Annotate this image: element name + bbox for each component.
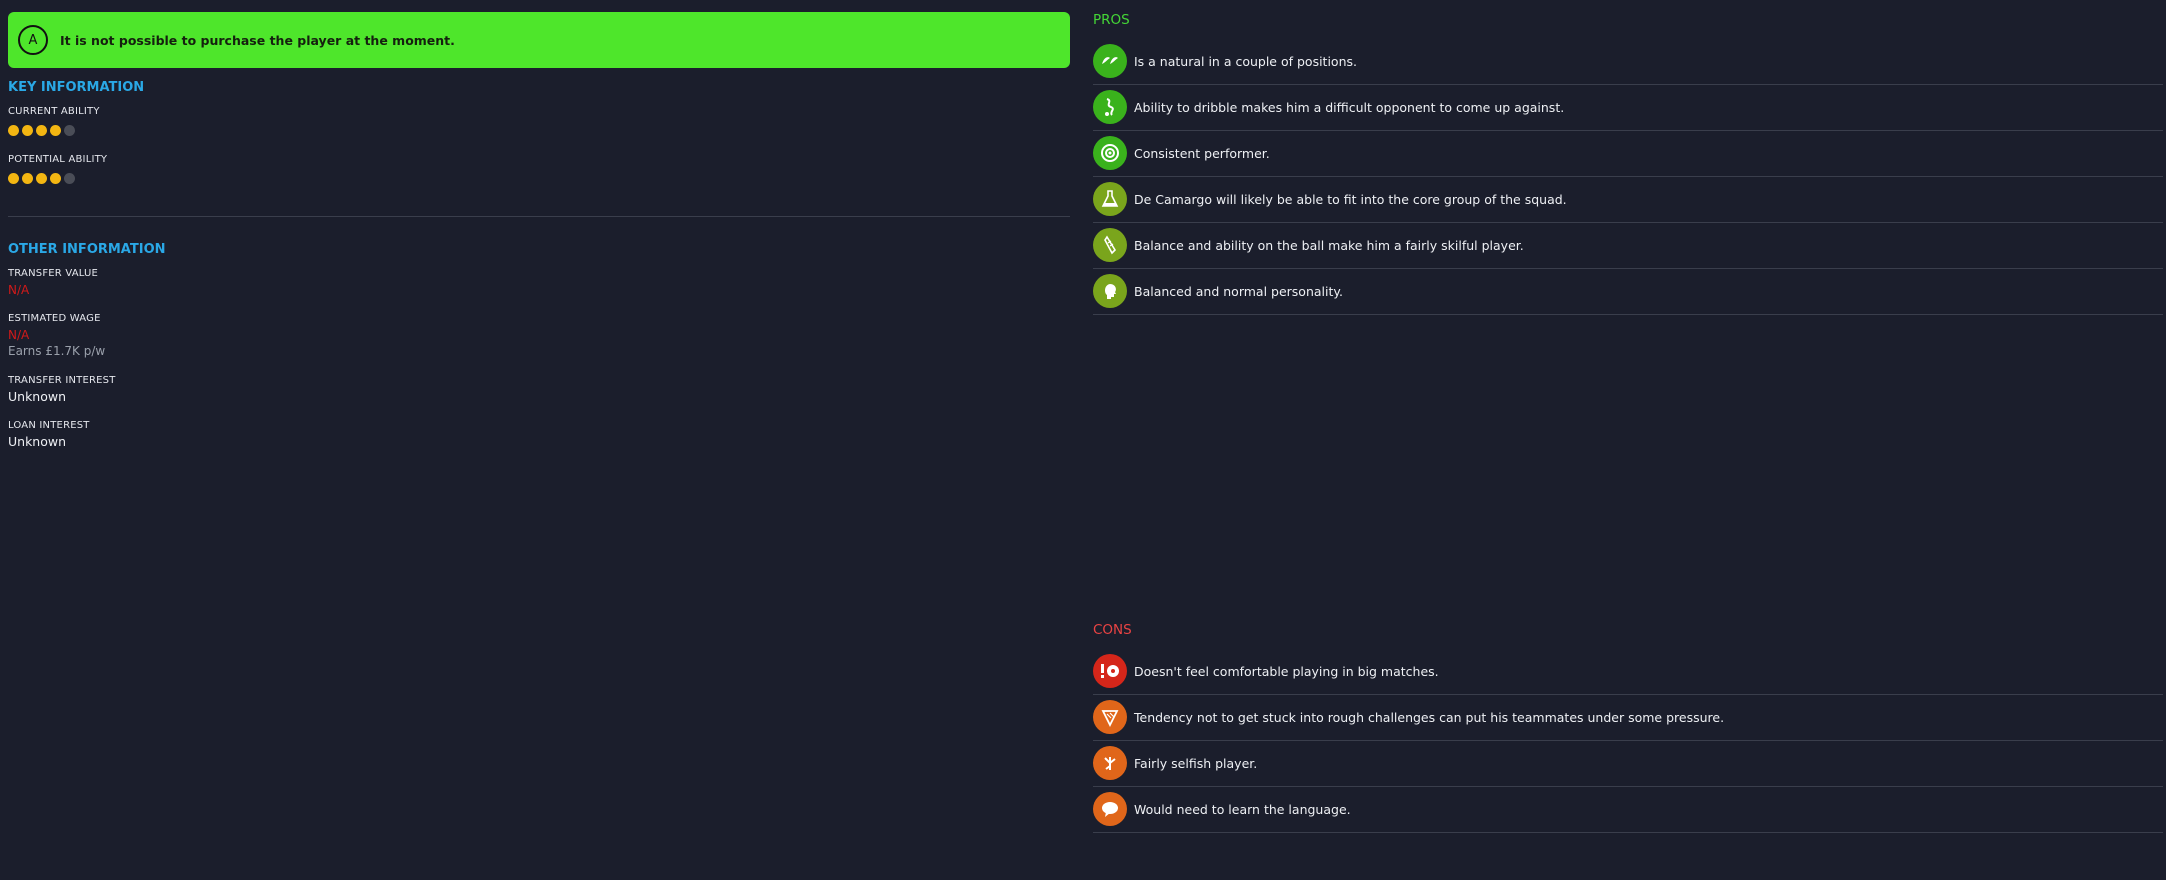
transfer-interest: TRANSFER INTEREST Unknown	[8, 375, 116, 404]
pros-item-text: Ability to dribble makes him a difficult…	[1134, 99, 1565, 115]
cons-item: Would need to learn the language.	[1093, 786, 2163, 833]
cons-title: CONS	[1093, 622, 1132, 638]
star-filled	[22, 125, 33, 136]
cons-item: Doesn't feel comfortable playing in big …	[1093, 648, 2163, 695]
transfer-interest-value: Unknown	[8, 389, 67, 404]
purchase-status-banner: A It is not possible to purchase the pla…	[8, 12, 1070, 68]
star-filled	[8, 125, 19, 136]
star-empty	[64, 125, 75, 136]
pressure-icon	[1093, 654, 1127, 688]
cons-item: Tendency not to get stuck into rough cha…	[1093, 694, 2163, 741]
pros-item: Balanced and normal personality.	[1093, 268, 2163, 315]
speech-icon	[1093, 792, 1127, 826]
status-badge: A	[18, 25, 48, 55]
head-icon	[1093, 274, 1127, 308]
right-panel: PROS Is a natural in a couple of positio…	[1093, 0, 2166, 880]
pros-item-text: De Camargo will likely be able to fit in…	[1134, 191, 1567, 207]
loan-interest-value: Unknown	[8, 434, 67, 449]
pros-title: PROS	[1093, 12, 1130, 28]
estimated-wage: ESTIMATED WAGE N/A Earns £1.7K p/w	[8, 313, 105, 358]
cons-item-text: Fairly selfish player.	[1134, 755, 1258, 771]
section-divider	[8, 216, 1070, 217]
purchase-status-message: It is not possible to purchase the playe…	[60, 32, 455, 48]
star-filled	[50, 173, 61, 184]
star-filled	[22, 173, 33, 184]
potential-ability: POTENTIAL ABILITY	[8, 154, 107, 184]
target-icon	[1093, 136, 1127, 170]
dribble-icon	[1093, 90, 1127, 124]
estimated-wage-label: ESTIMATED WAGE	[8, 313, 101, 324]
star-filled	[36, 173, 47, 184]
current-ability-label: CURRENT ABILITY	[8, 106, 100, 117]
star-filled	[36, 125, 47, 136]
boot-icon	[1093, 228, 1127, 262]
shield-icon	[1093, 700, 1127, 734]
potential-ability-stars	[8, 173, 107, 184]
pros-item-text: Balance and ability on the ball make him…	[1134, 237, 1524, 253]
left-panel: A It is not possible to purchase the pla…	[8, 12, 1070, 449]
pros-item-text: Is a natural in a couple of positions.	[1134, 53, 1357, 69]
positions-icon	[1093, 44, 1127, 78]
potential-ability-label: POTENTIAL ABILITY	[8, 154, 108, 165]
pros-item-text: Balanced and normal personality.	[1134, 283, 1343, 299]
star-empty	[64, 173, 75, 184]
estimated-wage-value: N/A	[8, 328, 30, 342]
pros-item: Is a natural in a couple of positions.	[1093, 38, 2163, 85]
star-filled	[50, 125, 61, 136]
estimated-wage-note: Earns £1.7K p/w	[8, 344, 106, 358]
cons-item: Fairly selfish player.	[1093, 740, 2163, 787]
pros-item: Ability to dribble makes him a difficult…	[1093, 84, 2163, 131]
pros-item: Consistent performer.	[1093, 130, 2163, 177]
cons-item-text: Would need to learn the language.	[1134, 801, 1351, 817]
pros-item: De Camargo will likely be able to fit in…	[1093, 176, 2163, 223]
transfer-value: TRANSFER VALUE N/A	[8, 268, 98, 297]
other-information-title: OTHER INFORMATION	[8, 242, 166, 257]
current-ability-stars	[8, 125, 100, 136]
flask-icon	[1093, 182, 1127, 216]
transfer-value-label: TRANSFER VALUE	[8, 268, 99, 279]
selfish-icon	[1093, 746, 1127, 780]
current-ability: CURRENT ABILITY	[8, 106, 100, 136]
key-information-title: KEY INFORMATION	[8, 80, 145, 95]
transfer-value-value: N/A	[8, 283, 30, 297]
cons-item-text: Doesn't feel comfortable playing in big …	[1134, 663, 1439, 679]
pros-item: Balance and ability on the ball make him…	[1093, 222, 2163, 269]
loan-interest: LOAN INTEREST Unknown	[8, 420, 90, 449]
cons-item-text: Tendency not to get stuck into rough cha…	[1134, 709, 1725, 725]
loan-interest-label: LOAN INTEREST	[8, 420, 90, 431]
star-filled	[8, 173, 19, 184]
transfer-interest-label: TRANSFER INTEREST	[8, 375, 116, 386]
pros-item-text: Consistent performer.	[1134, 145, 1270, 161]
